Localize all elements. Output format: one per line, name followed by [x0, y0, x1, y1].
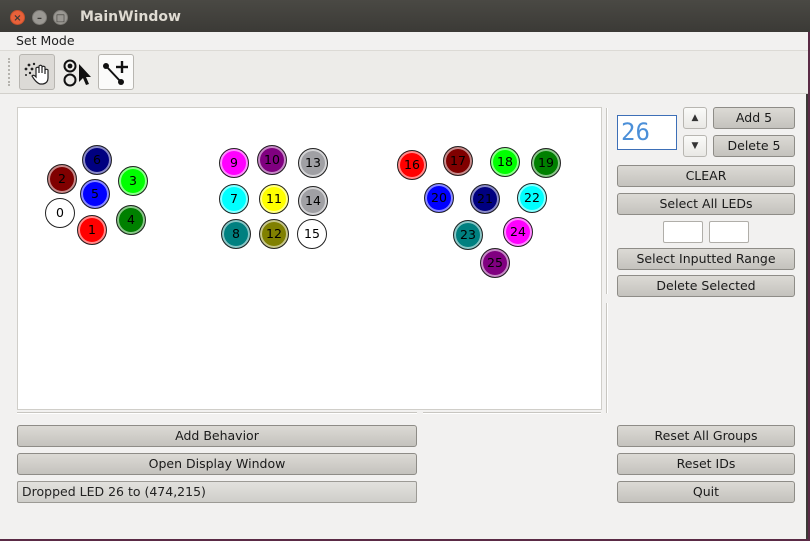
- add-5-button[interactable]: Add 5: [713, 107, 795, 129]
- select-inputted-range-button[interactable]: Select Inputted Range: [617, 248, 795, 270]
- separator: [423, 412, 601, 414]
- led-10[interactable]: 10: [257, 145, 287, 175]
- led-11[interactable]: 11: [259, 184, 289, 214]
- select-all-leds-button[interactable]: Select All LEDs: [617, 193, 795, 215]
- connect-tool-button[interactable]: [98, 54, 134, 90]
- led-14[interactable]: 14: [298, 186, 328, 216]
- clear-button[interactable]: CLEAR: [617, 165, 795, 187]
- led-21[interactable]: 21: [470, 184, 500, 214]
- led-24[interactable]: 24: [503, 217, 533, 247]
- select-tool-button[interactable]: [59, 54, 95, 90]
- range-start-input[interactable]: [663, 221, 703, 243]
- quit-button[interactable]: Quit: [617, 481, 795, 503]
- separator: [606, 108, 608, 294]
- led-22[interactable]: 22: [517, 183, 547, 213]
- led-19[interactable]: 19: [531, 148, 561, 178]
- led-13[interactable]: 13: [298, 148, 328, 178]
- led-7[interactable]: 7: [219, 184, 249, 214]
- led-16[interactable]: 16: [397, 150, 427, 180]
- minimize-window-button[interactable]: –: [32, 10, 47, 25]
- led-2[interactable]: 2: [47, 164, 77, 194]
- led-25[interactable]: 25: [480, 248, 510, 278]
- open-display-window-button[interactable]: Open Display Window: [17, 453, 417, 475]
- led-4[interactable]: 4: [116, 205, 146, 235]
- led-5[interactable]: 5: [80, 179, 110, 209]
- separator: [606, 303, 608, 413]
- led-18[interactable]: 18: [490, 147, 520, 177]
- reset-all-groups-button[interactable]: Reset All Groups: [617, 425, 795, 447]
- led-1[interactable]: 1: [77, 215, 107, 245]
- count-decrement-button[interactable]: ▼: [683, 135, 707, 157]
- led-8[interactable]: 8: [221, 219, 251, 249]
- select-pointer-icon: [63, 59, 91, 87]
- led-count-display: 26: [617, 115, 677, 150]
- delete-5-button[interactable]: Delete 5: [713, 135, 795, 157]
- toolbar-grip[interactable]: [8, 58, 14, 86]
- led-canvas[interactable]: 0 1 2 3 4 5 6 7 8 9 10 11 12 13 14 15 16 17 18 19 20 21 22 23 24…: [17, 107, 602, 410]
- led-0[interactable]: 0: [45, 198, 75, 228]
- status-field: Dropped LED 26 to (474,215): [17, 481, 417, 503]
- hand-drag-tool-button[interactable]: [19, 54, 55, 90]
- led-15[interactable]: 15: [297, 219, 327, 249]
- led-17[interactable]: 17: [443, 146, 473, 176]
- menu-bar: [0, 32, 808, 50]
- reset-ids-button[interactable]: Reset IDs: [617, 453, 795, 475]
- led-20[interactable]: 20: [424, 183, 454, 213]
- maximize-window-button[interactable]: □: [53, 10, 68, 25]
- delete-selected-button[interactable]: Delete Selected: [617, 275, 795, 297]
- range-end-input[interactable]: [709, 221, 749, 243]
- menu-set-mode[interactable]: Set Mode: [16, 33, 75, 48]
- led-23[interactable]: 23: [453, 220, 483, 250]
- led-9[interactable]: 9: [219, 148, 249, 178]
- hand-drag-icon: [24, 62, 49, 85]
- add-behavior-button[interactable]: Add Behavior: [17, 425, 417, 447]
- led-3[interactable]: 3: [118, 166, 148, 196]
- window-title: MainWindow: [80, 9, 181, 25]
- led-6[interactable]: 6: [82, 145, 112, 175]
- connect-node-icon: [103, 61, 128, 85]
- separator: [17, 412, 417, 414]
- count-increment-button[interactable]: ▲: [683, 107, 707, 129]
- close-window-button[interactable]: ×: [10, 10, 25, 25]
- led-12[interactable]: 12: [259, 219, 289, 249]
